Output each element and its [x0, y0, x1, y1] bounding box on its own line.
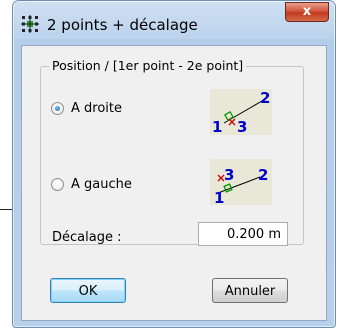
dialog-content: Position / [1er point - 2e point] A droi… — [21, 45, 327, 321]
right-diagram-point-1: 1 — [212, 118, 222, 135]
left-diagram-point-3: 3 — [224, 166, 234, 184]
offset-input[interactable] — [198, 222, 288, 246]
close-button[interactable]: x — [285, 2, 329, 22]
radio-right-option[interactable]: A droite — [51, 101, 122, 116]
left-diagram-point-2: 2 — [258, 166, 268, 184]
dialog-window: 2 points + décalage x Position / [1er po… — [12, 0, 336, 328]
position-group: Position / [1er point - 2e point] A droi… — [40, 58, 304, 245]
radio-right[interactable] — [51, 102, 64, 115]
radio-left[interactable] — [51, 178, 64, 191]
cancel-button[interactable]: Annuler — [212, 278, 288, 303]
grid-points-icon — [21, 15, 39, 33]
window-title: 2 points + décalage — [47, 16, 198, 34]
background-line — [0, 209, 12, 210]
offset-label: Décalage : — [52, 230, 122, 245]
left-diagram-point-1: 1 — [214, 189, 224, 205]
title-bar[interactable]: 2 points + décalage x — [13, 1, 335, 45]
radio-left-label: A gauche — [71, 177, 132, 192]
radio-left-option[interactable]: A gauche — [51, 177, 132, 192]
radio-right-label: A droite — [71, 101, 122, 116]
right-diagram-point-3: 3 — [237, 118, 247, 135]
ok-button[interactable]: OK — [50, 278, 126, 303]
left-offset-diagram-icon: 3 2 1 — [210, 159, 272, 205]
right-offset-diagram-icon: 1 2 3 — [210, 89, 272, 135]
right-diagram-point-2: 2 — [260, 89, 270, 107]
position-group-title: Position / [1er point - 2e point] — [49, 58, 247, 73]
